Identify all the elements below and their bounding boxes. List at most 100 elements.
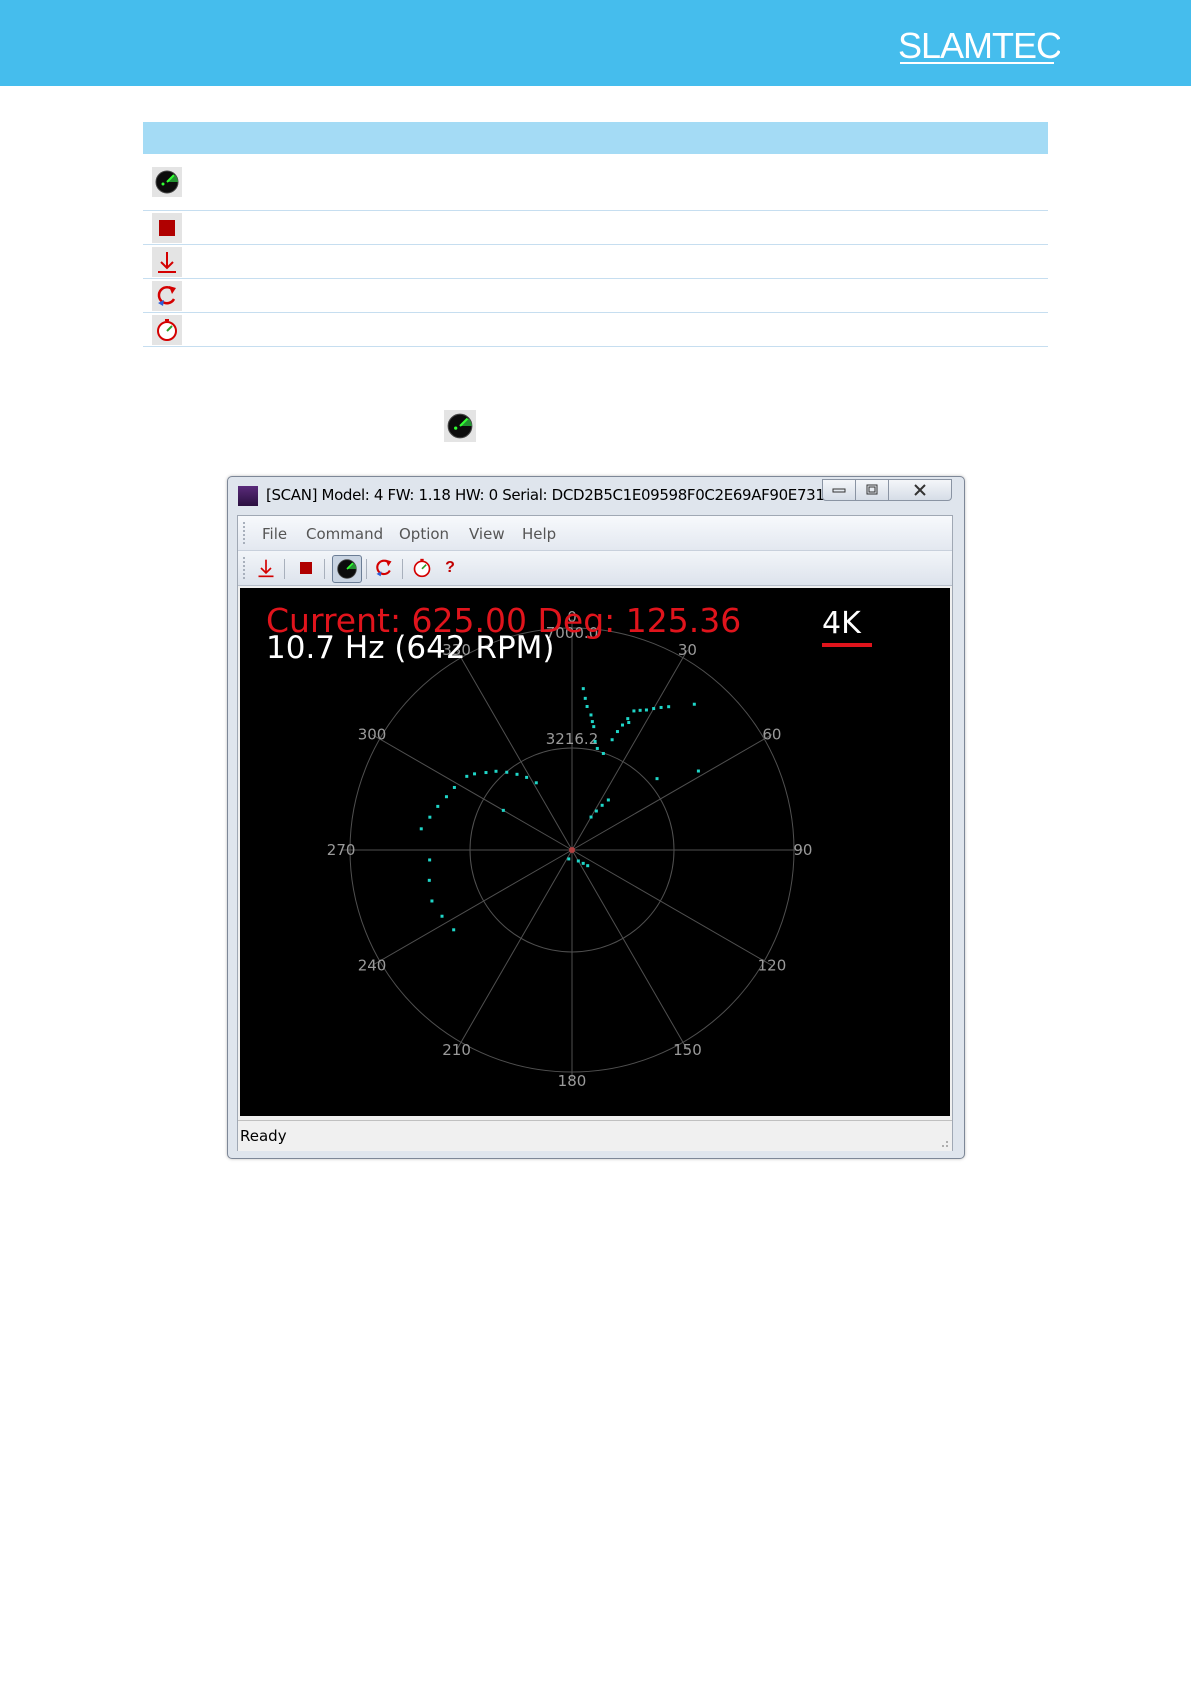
scan-point xyxy=(465,774,469,778)
table-row xyxy=(143,313,1048,347)
scan-point xyxy=(601,751,605,755)
scan-point xyxy=(440,914,444,918)
scan-point xyxy=(525,775,529,779)
menu-view[interactable]: View xyxy=(469,525,505,543)
scan-point xyxy=(692,702,696,706)
menu-help[interactable]: Help xyxy=(522,525,556,543)
scan-point xyxy=(484,771,488,775)
scan-frequency: 10.7 Hz (642 RPM) xyxy=(266,630,555,666)
scan-point xyxy=(652,707,656,711)
scan-point xyxy=(473,772,477,776)
scan-point xyxy=(594,809,598,813)
help-button[interactable]: ? xyxy=(438,556,462,580)
download-icon xyxy=(258,559,274,578)
download-button[interactable] xyxy=(254,556,278,580)
menubar-grip xyxy=(243,522,247,544)
angle-spoke xyxy=(571,849,773,966)
page-header: SLAMTEC xyxy=(0,0,1191,86)
scan-point xyxy=(696,769,700,773)
scan-point xyxy=(610,738,614,742)
scan-point xyxy=(534,781,538,785)
table-header-row xyxy=(143,122,1048,154)
angle-spoke xyxy=(571,849,688,1051)
angle-label: 30 xyxy=(678,641,697,659)
table-row xyxy=(143,279,1048,313)
window-client-area: File Command Option View Help ? 0 30 60 … xyxy=(237,515,953,1151)
table-row xyxy=(143,245,1048,279)
angle-label: 180 xyxy=(558,1072,587,1090)
radar-scan-icon xyxy=(444,410,476,442)
stopwatch-icon xyxy=(152,315,182,345)
scan-point xyxy=(444,795,448,799)
stop-button[interactable] xyxy=(294,556,318,580)
minimize-button[interactable] xyxy=(822,479,856,501)
restore-icon xyxy=(866,484,878,495)
scan-point xyxy=(427,878,431,882)
scan-point xyxy=(581,861,585,865)
toolbar-separator xyxy=(284,559,285,579)
toolbar-separator xyxy=(366,559,367,579)
scan-point xyxy=(567,857,571,861)
scan-point xyxy=(452,928,456,932)
table-row xyxy=(143,154,1048,211)
scan-point xyxy=(501,808,505,812)
scan-point xyxy=(659,705,663,709)
scan-point xyxy=(632,709,636,713)
inner-ring-label: 3216.2 xyxy=(546,730,599,748)
mode-badge-underline xyxy=(822,643,872,647)
scan-point xyxy=(576,859,580,863)
scan-point xyxy=(667,705,671,709)
scan-point xyxy=(428,858,432,862)
stopwatch-button[interactable] xyxy=(410,556,434,580)
reset-button[interactable] xyxy=(372,556,396,580)
scan-point xyxy=(615,730,619,734)
reset-icon xyxy=(376,559,392,577)
angle-label: 90 xyxy=(793,841,812,859)
scan-point xyxy=(592,725,596,729)
scan-point xyxy=(606,798,610,802)
menu-option[interactable]: Option xyxy=(399,525,449,543)
scan-point xyxy=(593,739,597,743)
scan-point xyxy=(590,720,594,724)
stop-icon xyxy=(300,562,312,574)
angle-spoke xyxy=(371,849,573,966)
help-icon: ? xyxy=(445,559,455,576)
toolbar-separator xyxy=(402,559,403,579)
scan-button[interactable] xyxy=(332,555,362,583)
angle-label: 210 xyxy=(442,1041,471,1059)
scan-point xyxy=(627,721,631,725)
angle-spoke xyxy=(456,649,573,851)
scan-point xyxy=(586,864,590,868)
menu-bar: File Command Option View Help xyxy=(238,516,952,550)
scan-point xyxy=(655,777,659,781)
angle-spoke xyxy=(456,849,573,1051)
scan-point xyxy=(436,804,440,808)
scan-point xyxy=(515,772,519,776)
scan-plot[interactable]: 0 30 60 90 120 150 180 210 240 270 300 330 7000.0 321… xyxy=(240,588,950,1116)
angle-label: 150 xyxy=(673,1041,702,1059)
maximize-button[interactable] xyxy=(855,479,889,501)
scan-point xyxy=(494,769,498,773)
scan-point xyxy=(428,815,432,819)
angle-label: 300 xyxy=(358,726,387,744)
menu-file[interactable]: File xyxy=(262,525,287,543)
angle-label: 270 xyxy=(327,841,356,859)
radar-scan-icon xyxy=(152,167,182,197)
scan-point xyxy=(644,708,648,712)
scan-point xyxy=(600,803,604,807)
status-text: Ready xyxy=(240,1127,287,1145)
mode-badge: 4K xyxy=(822,606,862,641)
reset-icon xyxy=(152,281,182,311)
scan-point xyxy=(638,708,642,712)
resize-grip-icon[interactable] xyxy=(939,1138,949,1148)
scan-point xyxy=(626,717,630,721)
scan-point xyxy=(589,713,593,717)
angle-label: 60 xyxy=(762,726,781,744)
table-row xyxy=(143,211,1048,245)
close-button[interactable] xyxy=(888,479,952,501)
stop-icon xyxy=(152,213,182,243)
menu-command[interactable]: Command xyxy=(306,525,383,543)
scan-point xyxy=(505,770,509,774)
angle-spoke xyxy=(371,734,573,851)
window-titlebar[interactable]: [SCAN] Model: 4 FW: 1.18 HW: 0 Serial: D… xyxy=(228,477,964,513)
